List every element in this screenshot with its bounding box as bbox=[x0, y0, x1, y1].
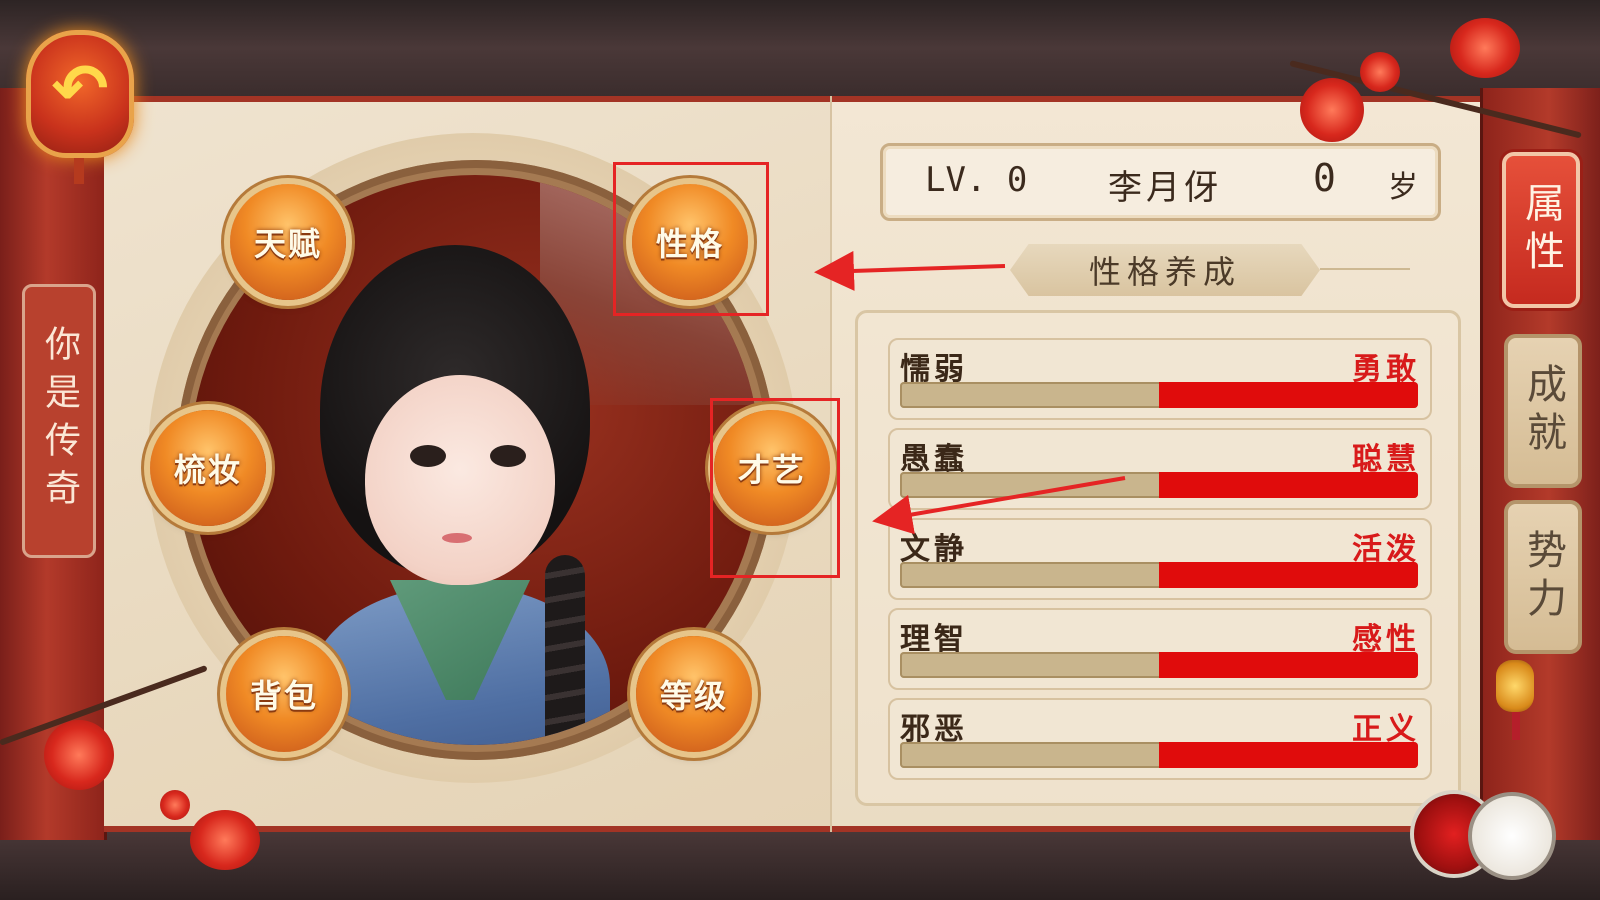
tab-achievements[interactable]: 成就 bbox=[1504, 334, 1582, 488]
lantern-tassel-decoration bbox=[1512, 712, 1520, 740]
annotation-arrow-personality bbox=[814, 250, 1006, 291]
lantern-decoration bbox=[1496, 660, 1534, 712]
annotation-arrow-skills bbox=[872, 476, 1126, 535]
teacup-decoration[interactable] bbox=[1410, 790, 1570, 880]
tab-factions[interactable]: 势力 bbox=[1504, 500, 1582, 654]
annotation-arrows bbox=[814, 250, 1126, 535]
tab-attributes-label: 属性 bbox=[1518, 182, 1564, 278]
tab-factions-label: 势力 bbox=[1520, 529, 1566, 625]
tab-achievements-label: 成就 bbox=[1520, 363, 1566, 459]
white-teacup-icon bbox=[1468, 792, 1556, 880]
tab-attributes[interactable]: 属性 bbox=[1502, 152, 1580, 308]
